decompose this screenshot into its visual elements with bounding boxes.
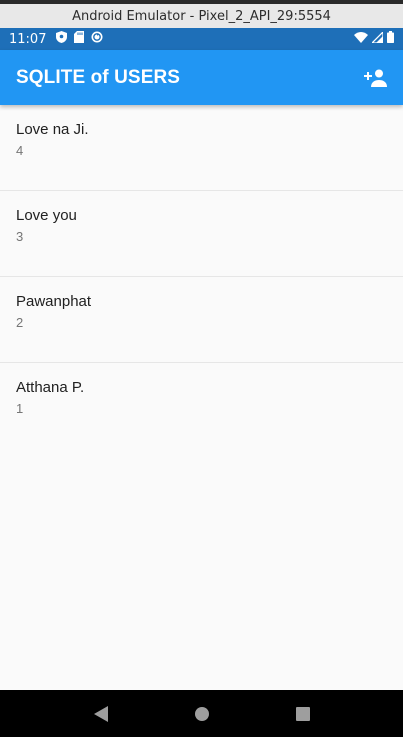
shield-icon [56, 31, 68, 47]
user-name: Pawanphat [16, 293, 92, 310]
user-list-item[interactable]: Pawanphat 2 [0, 277, 403, 363]
user-list-item[interactable]: Atthana P. 1 [0, 363, 403, 448]
window-titlebar: Android Emulator - Pixel_2_API_29:5554 [0, 4, 403, 29]
user-list: Love na Ji. 4 Love you 3 Pawanphat 2 Att… [0, 105, 403, 690]
navigation-bar [0, 690, 403, 737]
user-id: 1 [16, 401, 24, 416]
home-button[interactable] [187, 699, 217, 729]
signal-icon [370, 29, 384, 47]
person-add-icon [364, 69, 387, 87]
back-icon [93, 705, 108, 722]
recents-button[interactable] [288, 699, 318, 729]
battery-icon [387, 31, 394, 47]
user-id: 2 [16, 315, 24, 330]
status-time: 11:07 [9, 31, 47, 47]
wifi-icon [354, 31, 368, 47]
app-title: SQLITE of USERS [16, 66, 181, 88]
status-right-icons [354, 29, 394, 47]
home-icon [194, 706, 209, 721]
user-name: Atthana P. [16, 379, 85, 396]
app-bar: SQLITE of USERS [0, 50, 403, 105]
user-list-item[interactable]: Love na Ji. 4 [0, 105, 403, 191]
sd-card-icon [74, 31, 85, 47]
user-name: Love you [16, 207, 77, 224]
sync-icon [91, 31, 103, 47]
user-name: Love na Ji. [16, 121, 89, 138]
user-id: 3 [16, 229, 24, 244]
user-id: 4 [16, 143, 24, 158]
status-bar: 11:07 [0, 28, 403, 50]
recents-icon [295, 706, 310, 721]
back-button[interactable] [86, 699, 116, 729]
user-list-item[interactable]: Love you 3 [0, 191, 403, 277]
add-user-button[interactable] [363, 65, 389, 91]
emulator-window: Android Emulator - Pixel_2_API_29:5554 1… [0, 0, 403, 737]
status-left-icons [56, 31, 103, 47]
window-title: Android Emulator - Pixel_2_API_29:5554 [72, 8, 331, 24]
